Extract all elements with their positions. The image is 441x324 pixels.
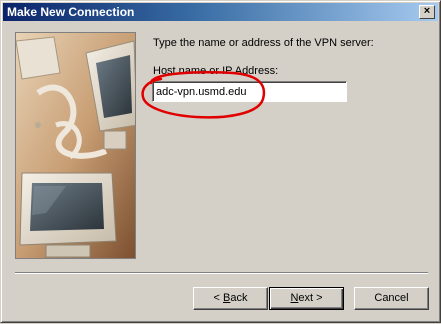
- next-rest: ext >: [298, 292, 323, 304]
- cancel-button[interactable]: Cancel: [354, 287, 429, 310]
- next-button[interactable]: Next >: [269, 287, 344, 310]
- title-bar[interactable]: Make New Connection ×: [3, 3, 438, 21]
- wizard-illustration: [15, 32, 136, 259]
- make-new-connection-dialog: Make New Connection × Type the name or a…: [0, 0, 441, 323]
- instruction-text: Type the name or address of the VPN serv…: [153, 37, 374, 49]
- host-name-label: Host name or IP Address:: [153, 65, 279, 77]
- host-name-input[interactable]: [152, 81, 347, 102]
- button-separator: [15, 272, 428, 274]
- back-button[interactable]: < Back: [193, 287, 268, 310]
- close-icon: ×: [423, 5, 431, 17]
- back-rest: ack: [230, 292, 248, 304]
- computer-monitors-illustration: [16, 33, 135, 258]
- dialog-title: Make New Connection: [7, 5, 135, 19]
- close-button[interactable]: ×: [419, 5, 435, 19]
- back-prefix: <: [213, 292, 223, 304]
